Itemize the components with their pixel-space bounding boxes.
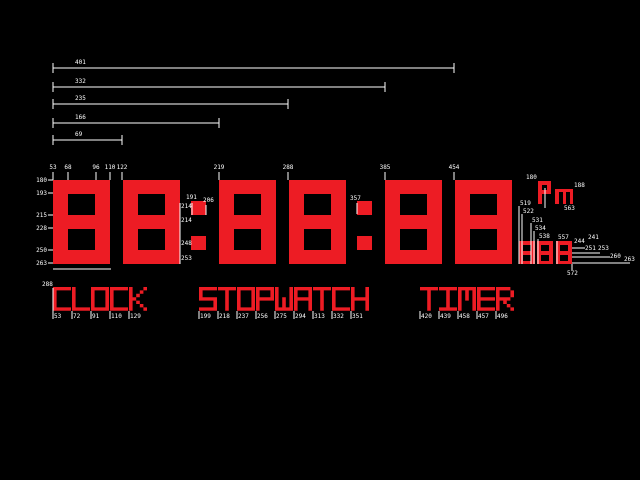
width-guide-label: 332: [75, 78, 86, 85]
mode-coordinate-label: 275: [276, 313, 287, 320]
mode-coordinate-label: 313: [314, 313, 325, 320]
small-digit-display: [519, 241, 572, 264]
side-coordinate-label: 519: [520, 200, 531, 207]
width-guide-label: 235: [75, 95, 86, 102]
mode-coordinate-label: 420: [421, 313, 432, 320]
side-coordinate-label: 260: [610, 253, 621, 260]
width-guide-label: 401: [75, 59, 86, 66]
top-coordinate-label: 110: [105, 164, 116, 171]
mode-coordinate-label: 256: [257, 313, 268, 320]
digit-8: [53, 180, 110, 264]
colon-dot: [191, 236, 206, 250]
width-guide-line: [52, 63, 455, 73]
top-coordinate-label: 385: [380, 164, 391, 171]
mode-coordinate-label: 218: [219, 313, 230, 320]
side-coordinate-label: 251: [585, 245, 596, 252]
side-coordinate-label: 244: [574, 238, 585, 245]
top-coordinate-label: 219: [214, 164, 225, 171]
left-coordinate-label: 193: [36, 190, 47, 197]
mode-coordinate-label: 458: [459, 313, 470, 320]
colon-coordinate-label: 206: [203, 197, 214, 204]
colon-dot: [357, 201, 372, 215]
mode-coordinate-label: 457: [478, 313, 489, 320]
colon-coordinate-label: 191: [186, 194, 197, 201]
mode-coordinate-label: 110: [111, 313, 122, 320]
ampm-indicator: [538, 181, 573, 204]
side-coordinate-label: 538: [539, 233, 550, 240]
top-coordinate-label: 96: [92, 164, 100, 171]
side-coordinate-label: 188: [574, 182, 585, 189]
digit-8: [289, 180, 346, 264]
top-coordinate-label: 122: [117, 164, 128, 171]
clock-face-canvas: 401 332 235 166 69 CLOCK STOPWATCH TIMER 53 68 9…: [36, 59, 635, 320]
side-coordinate-label: 263: [624, 256, 635, 263]
top-coordinate-label: 288: [283, 164, 294, 171]
colon-coordinate-label: 214: [181, 203, 192, 210]
mode-stopwatch-button[interactable]: STOPWATCH: [199, 287, 369, 314]
mode-coordinate-label: 351: [352, 313, 363, 320]
mode-coordinate-label: 294: [295, 313, 306, 320]
small-digit-8: [537, 241, 553, 264]
small-digit-8: [519, 241, 535, 264]
main-time-display: [53, 180, 512, 270]
side-coordinate-label: 357: [350, 195, 361, 202]
mode-coordinate-label: 439: [440, 313, 451, 320]
left-coordinate-label: 180: [36, 177, 47, 184]
top-coordinate-label: 454: [449, 164, 460, 171]
width-guide-label: 166: [75, 114, 86, 121]
side-coordinate-label: 180: [526, 174, 537, 181]
width-guide-label: 69: [75, 131, 83, 138]
digit-8: [455, 180, 512, 264]
digit-8: [219, 180, 276, 264]
side-coordinate-label: 557: [558, 234, 569, 241]
mode-coordinate-label: 91: [92, 313, 100, 320]
left-coordinate-label: 263: [36, 260, 47, 267]
left-coordinate-label: 250: [36, 247, 47, 254]
mode-clock-button[interactable]: CLOCK: [53, 287, 147, 314]
side-coordinate-label: 522: [523, 208, 534, 215]
left-coordinate-label: 215: [36, 212, 47, 219]
top-coordinate-label: 53: [49, 164, 57, 171]
width-guide-line: [52, 82, 386, 92]
width-guides: 401 332 235 166 69: [52, 59, 455, 145]
mode-coordinate-label: 199: [200, 313, 211, 320]
mode-timer-button[interactable]: TIMER: [420, 287, 514, 314]
width-guide-line: [52, 99, 289, 109]
mode-coordinate-label: 237: [238, 313, 249, 320]
colon-dot: [357, 236, 372, 250]
left-coordinate-label: 228: [36, 225, 47, 232]
side-coordinate-label: 253: [598, 245, 609, 252]
side-coordinate-label: 563: [564, 205, 575, 212]
colon-coordinate-label: 214: [181, 217, 192, 224]
width-guide-line: [52, 135, 123, 145]
mode-coordinate-label: 72: [73, 313, 81, 320]
mode-selector[interactable]: CLOCK STOPWATCH TIMER: [53, 287, 514, 314]
digit-8: [385, 180, 442, 264]
pm-letter-m: [555, 189, 573, 204]
top-coordinate-label: 68: [64, 164, 72, 171]
mode-coordinate-label: 332: [333, 313, 344, 320]
side-coordinate-label: 241: [588, 234, 599, 241]
colon-coordinate-label: 248: [181, 240, 192, 247]
side-coordinate-label: 531: [532, 217, 543, 224]
side-coordinate-label: 534: [535, 225, 546, 232]
side-coordinate-label: 572: [567, 270, 578, 277]
mode-label-y: 288: [42, 281, 53, 288]
mode-coordinate-label: 496: [497, 313, 508, 320]
mode-coordinate-label: 53: [54, 313, 62, 320]
small-digit-8: [556, 241, 572, 264]
digit-8: [123, 180, 180, 264]
colon-coordinate-label: 253: [181, 255, 192, 262]
mode-coordinate-label: 129: [130, 313, 141, 320]
